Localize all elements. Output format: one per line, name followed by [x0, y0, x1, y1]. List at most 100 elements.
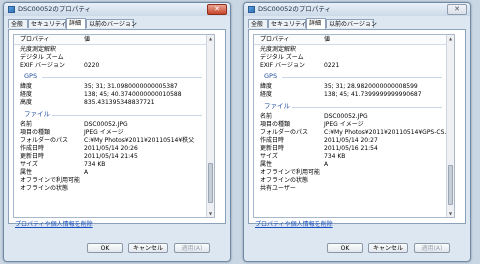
- list-item[interactable]: オフラインで利用可能: [254, 169, 454, 177]
- list-item[interactable]: デジタル ズーム: [14, 54, 214, 62]
- property-name: デジタル ズーム: [20, 54, 64, 61]
- title-bar[interactable]: DSC00052のプロパティ ✕: [4, 3, 230, 16]
- list-item[interactable]: 更新日時 2011/05/14 21:45: [14, 153, 214, 161]
- property-name: 属性: [20, 169, 33, 176]
- property-value: 35; 31; 28.9820000000008599: [324, 83, 418, 90]
- header-value[interactable]: 値: [324, 35, 330, 44]
- property-name: オフラインで利用可能: [260, 169, 321, 176]
- list-item[interactable]: フォルダーのパス C:¥My Photos¥2011¥20110514¥GPS-C…: [254, 129, 454, 137]
- list-item[interactable]: サイズ 734 KB: [254, 153, 454, 161]
- list-item[interactable]: デジタル ズーム: [254, 54, 454, 62]
- list-item[interactable]: 緯度 35; 31; 28.9820000000008599: [254, 83, 454, 91]
- tab-previous-versions[interactable]: 以前のバージョン: [86, 19, 137, 28]
- property-name: EXIF バージョン: [260, 62, 305, 69]
- close-button[interactable]: ✕: [447, 4, 467, 15]
- tab-general[interactable]: 全般: [248, 19, 268, 28]
- property-name: オフラインの状態: [260, 177, 309, 184]
- list-item[interactable]: 作成日時 2011/05/14 20:26: [14, 145, 214, 153]
- details-panel: プロパティ 値 光度測定解釈 デジタル ズーム EXIF バージョン 0220 G…: [8, 29, 226, 228]
- list-item[interactable]: 光度測定解釈: [254, 46, 454, 54]
- property-name: EXIF バージョン: [20, 62, 65, 69]
- scroll-down-arrow-icon[interactable]: ▼: [207, 210, 214, 217]
- section-divider: [42, 77, 202, 78]
- list-item[interactable]: 更新日時 2011/05/16 21:54: [254, 145, 454, 153]
- property-name: 名前: [20, 121, 33, 128]
- property-value: 138; 45; 41.7399999999990687: [324, 91, 422, 98]
- tab-security[interactable]: セキュリティ: [268, 19, 307, 28]
- list-item[interactable]: 共有ユーザー: [254, 185, 454, 193]
- list-item[interactable]: EXIF バージョン 0220: [14, 62, 214, 70]
- header-property[interactable]: プロパティ: [260, 35, 290, 44]
- properties-window-left: DSC00052のプロパティ ✕ 全般 セキュリティ 詳細 以前のバージョン プ…: [3, 2, 231, 262]
- tab-general[interactable]: 全般: [8, 19, 28, 28]
- scroll-up-arrow-icon[interactable]: ▲: [447, 35, 454, 42]
- list-item[interactable]: 名前 DSC00052.JPG: [14, 121, 214, 129]
- property-name: 経度: [260, 91, 273, 98]
- list-item[interactable]: 項目の種類 JPEG イメージ: [254, 121, 454, 129]
- tab-security[interactable]: セキュリティ: [28, 19, 67, 28]
- property-value: 2011/05/16 21:54: [324, 145, 378, 152]
- list-item[interactable]: 高度 835.431395348837721: [14, 99, 214, 107]
- list-item[interactable]: 属性 A: [254, 161, 454, 169]
- property-name: 高度: [20, 99, 33, 106]
- property-value: JPEG イメージ: [324, 121, 364, 128]
- list-item[interactable]: オフラインの状態: [254, 177, 454, 185]
- list-item[interactable]: フォルダーのパス C:¥My Photos¥2011¥20110514¥秩父: [14, 137, 214, 145]
- tab-details[interactable]: 詳細: [306, 18, 326, 29]
- property-value: C:¥My Photos¥2011¥20110514¥GPS-CS...: [324, 129, 451, 136]
- scroll-thumb[interactable]: [448, 165, 453, 205]
- section-divider: [52, 115, 202, 116]
- property-value: 734 KB: [84, 161, 106, 168]
- property-value: A: [324, 161, 329, 168]
- ok-button[interactable]: OK: [87, 243, 123, 253]
- property-list[interactable]: プロパティ 値 光度測定解釈 デジタル ズーム EXIF バージョン 0220 G…: [13, 34, 215, 218]
- property-list[interactable]: プロパティ 値 光度測定解釈 デジタル ズーム EXIF バージョン 0221 G…: [253, 34, 455, 218]
- property-value: 0220: [84, 62, 100, 69]
- title-bar[interactable]: DSC00052のプロパティ ✕: [244, 3, 470, 16]
- close-button[interactable]: ✕: [207, 4, 227, 15]
- vertical-scrollbar[interactable]: ▲ ▼: [446, 35, 454, 217]
- list-item[interactable]: 経度 138; 45; 41.7399999999990687: [254, 91, 454, 99]
- property-name: 項目の種類: [260, 121, 291, 128]
- list-item[interactable]: EXIF バージョン 0221: [254, 62, 454, 70]
- list-item[interactable]: 作成日時 2011/05/14 20:27: [254, 137, 454, 145]
- apply-button[interactable]: 適用(A): [414, 243, 450, 253]
- window-title: DSC00052のプロパティ: [18, 5, 91, 13]
- property-name: フォルダーのパス: [20, 137, 69, 144]
- remove-properties-link[interactable]: プロパティや個人情報を削除: [15, 219, 93, 228]
- tab-previous-versions[interactable]: 以前のバージョン: [326, 19, 377, 28]
- cancel-button[interactable]: キャンセル: [128, 243, 168, 253]
- list-item[interactable]: 名前 DSC00052.JPG: [254, 113, 454, 121]
- section-divider: [282, 77, 442, 78]
- image-file-icon: [8, 6, 15, 13]
- property-value: 2011/05/14 20:26: [84, 145, 138, 152]
- list-item[interactable]: オフラインの状態: [14, 185, 214, 193]
- remove-properties-link[interactable]: プロパティや個人情報を削除: [255, 219, 333, 228]
- list-item[interactable]: 経度 138; 45; 40.3740000000010588: [14, 91, 214, 99]
- list-item[interactable]: オフラインで利用可能: [14, 177, 214, 185]
- scroll-thumb[interactable]: [208, 163, 213, 203]
- list-item[interactable]: 項目の種類 JPEG イメージ: [14, 129, 214, 137]
- list-item[interactable]: 属性 A: [14, 169, 214, 177]
- property-name: 作成日時: [260, 137, 285, 144]
- header-property[interactable]: プロパティ: [20, 35, 50, 44]
- property-value: DSC00052.JPG: [84, 121, 128, 128]
- apply-button[interactable]: 適用(A): [174, 243, 210, 253]
- property-name: フォルダーのパス: [260, 129, 309, 136]
- scroll-down-arrow-icon[interactable]: ▼: [447, 210, 454, 217]
- header-value[interactable]: 値: [84, 35, 90, 44]
- property-name: オフラインで利用可能: [20, 177, 81, 184]
- ok-button[interactable]: OK: [327, 243, 363, 253]
- list-item[interactable]: サイズ 734 KB: [14, 161, 214, 169]
- tab-details[interactable]: 詳細: [66, 18, 86, 29]
- window-title: DSC00052のプロパティ: [258, 5, 331, 13]
- vertical-scrollbar[interactable]: ▲ ▼: [206, 35, 214, 217]
- cancel-button[interactable]: キャンセル: [368, 243, 408, 253]
- property-name: 緯度: [260, 83, 273, 90]
- scroll-up-arrow-icon[interactable]: ▲: [207, 35, 214, 42]
- property-value: 0221: [324, 62, 340, 69]
- list-item[interactable]: 緯度 35; 31; 31.0980000000005387: [14, 83, 214, 91]
- property-value: 35; 31; 31.0980000000005387: [84, 83, 178, 90]
- property-name: 更新日時: [20, 153, 45, 160]
- list-item[interactable]: 光度測定解釈: [14, 46, 214, 54]
